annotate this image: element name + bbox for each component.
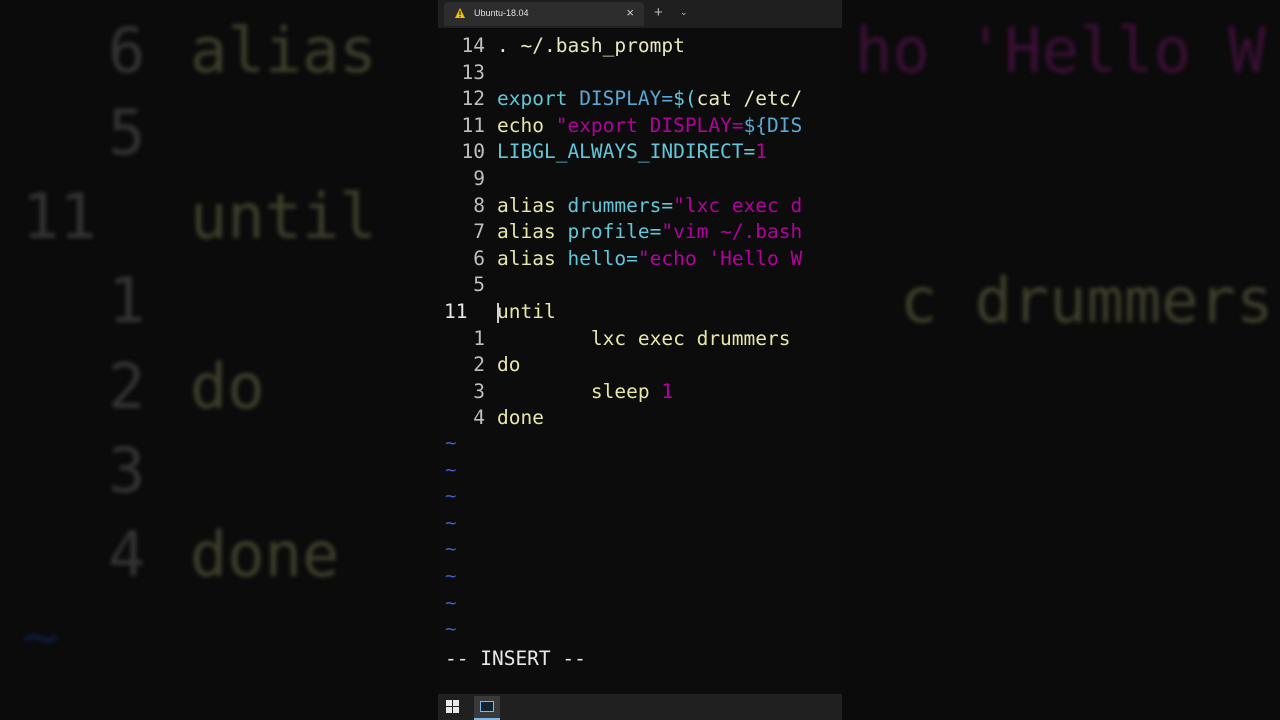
code-token: "vim ~/.bash	[661, 220, 803, 244]
line-number: 8	[473, 193, 485, 217]
close-icon[interactable]: ×	[626, 5, 634, 20]
code-line[interactable]: 10 LIBGL_ALWAYS_INDIRECT=1	[438, 139, 842, 166]
line-number: 7	[473, 220, 485, 244]
bg-code-text: until	[190, 180, 377, 253]
code-token: LIBGL_ALWAYS_INDIRECT=	[497, 140, 756, 164]
code-line[interactable]: 8 alias drummers="lxc exec d	[438, 193, 842, 220]
taskbar-terminal-button[interactable]	[474, 696, 500, 720]
code-line[interactable]: 2 do	[438, 352, 842, 379]
code-line[interactable]: 4 done	[438, 405, 842, 432]
code-token: alias	[497, 220, 568, 244]
code-token: echo	[497, 113, 556, 137]
line-number: 11	[461, 113, 485, 137]
empty-line-tilde: ~	[445, 511, 457, 534]
bg-string-text: ho 'Hello W	[855, 14, 1266, 87]
code-token: done	[497, 406, 544, 430]
empty-line-tilde: ~	[445, 432, 457, 454]
code-token: export	[497, 87, 580, 111]
line-number: 2	[473, 353, 485, 377]
bg-code-text: c drummers	[900, 264, 1274, 337]
code-line[interactable]: 14 . ~/.bash_prompt	[438, 33, 842, 60]
code-line[interactable]: 11 until	[438, 299, 842, 326]
code-token: $(	[673, 87, 697, 111]
empty-line-tilde: ~	[445, 565, 457, 587]
bg-line-number: 11	[22, 180, 97, 253]
line-number: 11	[444, 300, 468, 323]
line-number: 13	[461, 60, 485, 84]
tab-ubuntu[interactable]: Ubuntu-18.04 ×	[444, 2, 644, 26]
code-line[interactable]: 12 export DISPLAY=$(cat /etc/	[438, 86, 842, 113]
terminal-icon	[480, 701, 494, 712]
empty-line-tilde: ~	[445, 618, 457, 641]
mode-indicator: -- INSERT --	[445, 647, 586, 670]
bg-line-number: 2	[108, 350, 146, 423]
code-token: 1	[755, 140, 768, 164]
code-token: alias	[497, 246, 568, 270]
empty-line-tilde: ~	[445, 458, 457, 481]
code-token: alias	[497, 193, 568, 217]
code-line[interactable]: 3 sleep 1	[438, 379, 842, 406]
code-token: lxc exec drummers	[497, 326, 791, 350]
code-token: "	[555, 113, 568, 137]
code-token: . ~/.bash_prompt	[497, 34, 685, 57]
code-token: until	[497, 300, 556, 323]
code-line[interactable]: 1 lxc exec drummers	[438, 326, 842, 353]
code-token: "lxc exec d	[673, 193, 803, 217]
line-number: 1	[473, 326, 485, 350]
tab-title: Ubuntu-18.04	[474, 8, 529, 18]
bg-code-text: done	[190, 518, 340, 591]
empty-line-tilde: ~	[445, 591, 457, 614]
bg-code-text: alias	[190, 14, 377, 87]
code-token: export DISPLAY=	[567, 113, 744, 137]
code-token: drummers=	[567, 193, 674, 217]
line-number: 6	[473, 246, 485, 270]
code-token: DISPLAY=	[579, 87, 674, 111]
code-token: hello=	[567, 246, 638, 270]
taskbar	[438, 694, 842, 720]
linux-penguin-icon	[455, 8, 465, 18]
code-token: cat /etc/	[696, 87, 803, 111]
line-number: 4	[473, 406, 485, 430]
code-line[interactable]: 5	[438, 272, 842, 299]
code-token: do	[497, 353, 521, 377]
code-line[interactable]: 6 alias hello="echo 'Hello W	[438, 246, 842, 273]
code-token: "echo 'Hello W	[637, 246, 803, 270]
bg-line-number: 4	[108, 518, 146, 591]
bg-line-number: 5	[108, 96, 146, 169]
bg-line-number: 3	[108, 434, 146, 507]
line-number: 14	[461, 34, 485, 57]
line-number: 9	[473, 167, 485, 190]
empty-line-tilde: ~	[445, 485, 457, 508]
bg-code-text: do	[190, 350, 265, 423]
title-bar: Ubuntu-18.04 × + ⌄	[438, 0, 842, 28]
code-line[interactable]: 9	[438, 166, 842, 193]
windows-start-icon[interactable]	[446, 700, 460, 714]
empty-line-tilde: ~	[445, 538, 457, 561]
line-number: 12	[461, 87, 485, 111]
editor-buffer[interactable]: 14. ~/.bash_prompt 13 12 export DISPLAY=$(c…	[438, 33, 842, 673]
code-line[interactable]: 7 alias profile="vim ~/.bash	[438, 219, 842, 246]
bg-tilde: ~	[22, 600, 60, 673]
code-token: sleep	[497, 379, 662, 403]
line-number: 5	[473, 273, 485, 297]
new-tab-icon[interactable]: +	[654, 4, 663, 21]
bg-line-number: 1	[108, 264, 146, 337]
code-line[interactable]: 11 echo "export DISPLAY=${DIS	[438, 113, 842, 140]
code-token: ${DIS	[743, 113, 803, 137]
terminal-window: Ubuntu-18.04 × + ⌄ 14. ~/.bash_prompt 13 1…	[438, 0, 842, 720]
code-token: 1	[661, 379, 674, 403]
code-line[interactable]: 13	[438, 60, 842, 87]
code-token: profile=	[567, 220, 662, 244]
line-number: 3	[473, 379, 485, 403]
bg-line-number: 6	[108, 14, 146, 87]
line-number: 10	[461, 140, 485, 164]
chevron-down-icon[interactable]: ⌄	[680, 7, 688, 18]
